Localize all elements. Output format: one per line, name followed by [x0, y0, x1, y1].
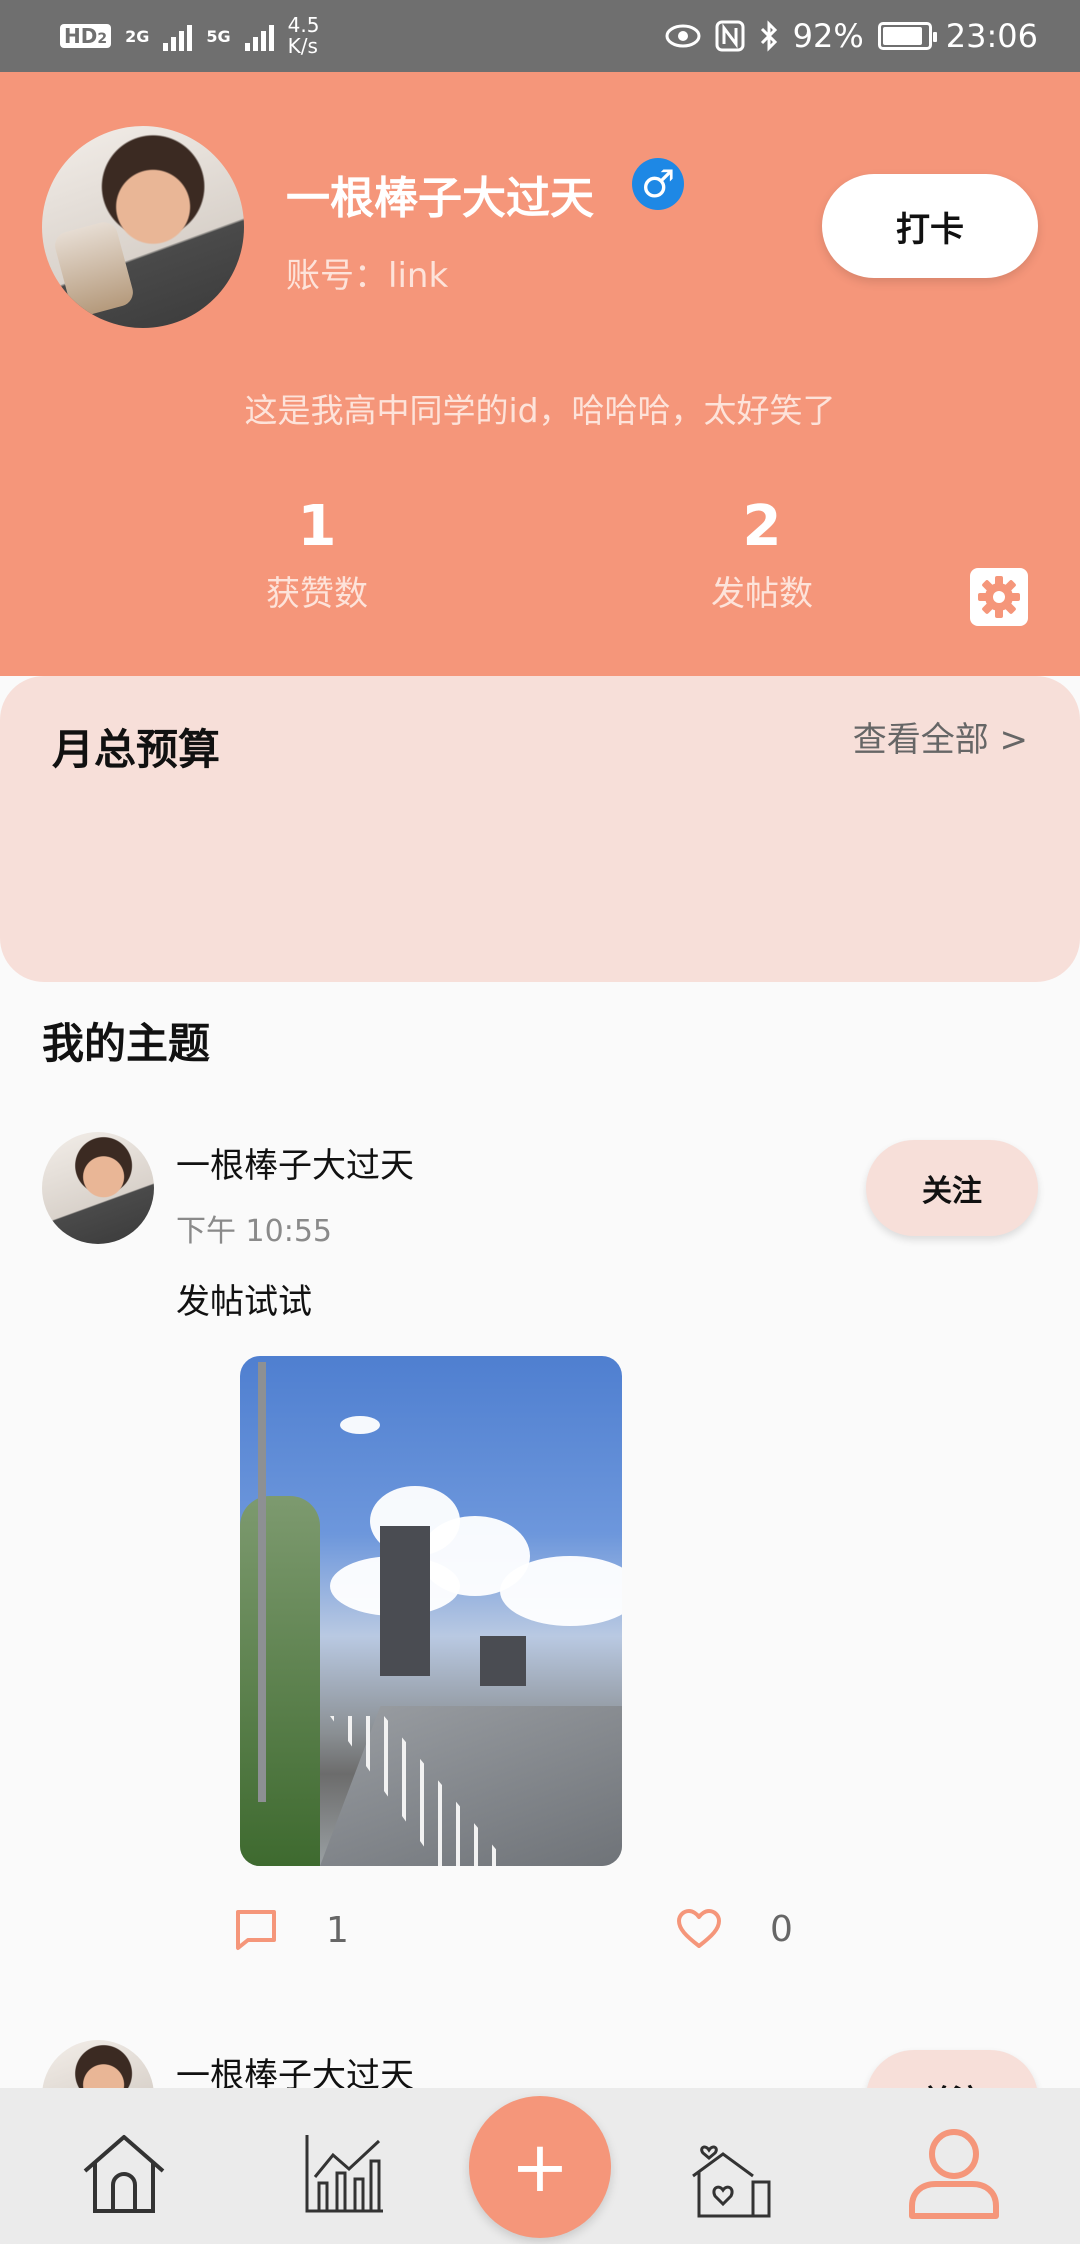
hd-badge: HD2: [60, 24, 112, 48]
eye-icon: [665, 24, 701, 48]
post-image[interactable]: [240, 1356, 622, 1866]
nfc-icon: [715, 20, 745, 52]
likes-count: 1: [297, 494, 337, 559]
community-icon: [692, 2145, 771, 2218]
network-speed: 4.5 K/s: [288, 15, 320, 57]
follow-button[interactable]: 关注: [866, 1140, 1038, 1236]
posts-count: 2: [742, 494, 782, 559]
checkin-button[interactable]: 打卡: [822, 174, 1038, 278]
comment-icon: [236, 1910, 276, 1950]
budget-title: 月总预算: [52, 725, 221, 774]
clock: 23:06: [945, 17, 1038, 55]
comment-action[interactable]: 1: [234, 1908, 349, 1952]
posts-stat[interactable]: 2 发帖数: [662, 496, 862, 615]
male-gender-icon: ♂: [632, 158, 684, 210]
home-icon: [83, 2135, 165, 2213]
settings-button[interactable]: [970, 568, 1028, 626]
post-avatar[interactable]: [42, 1132, 154, 1244]
profile-icon: [909, 2129, 999, 2219]
bluetooth-icon: [760, 20, 777, 52]
nav-stats[interactable]: [294, 2124, 394, 2224]
heart-icon: [677, 1909, 721, 1948]
post-author: 一根棒子大过天: [176, 1146, 414, 1186]
post-text: 发帖试试: [176, 1282, 312, 1322]
network-5g-label: 5G: [206, 27, 231, 46]
add-post-button[interactable]: +: [469, 2096, 611, 2238]
comment-count: 1: [326, 1909, 349, 1951]
status-right: 92% 23:06: [665, 17, 1038, 55]
avatar[interactable]: [42, 126, 244, 328]
account-id: 账号：link: [286, 256, 449, 296]
likes-label: 获赞数: [266, 573, 368, 614]
signal-icon: [163, 21, 193, 51]
speed-unit: K/s: [287, 34, 318, 58]
network-2g-label: 2G: [125, 27, 150, 46]
post-time: 下午 10:55: [176, 1214, 332, 1249]
like-count: 0: [770, 1908, 793, 1950]
posts-label: 发帖数: [711, 573, 813, 614]
likes-stat[interactable]: 1 获赞数: [217, 496, 417, 615]
monthly-budget-card[interactable]: 月总预算 查看全部 >: [0, 676, 1080, 982]
hd-label: HD: [64, 24, 98, 48]
nav-home[interactable]: [74, 2124, 174, 2224]
stats-icon: [305, 2135, 383, 2213]
profile-header: 一根棒子大过天 ♂ 账号：link 打卡 这是我高中同学的id，哈哈哈，太好笑了…: [0, 72, 1080, 676]
status-bar: HD2 2G 5G 4.5 K/s 92% 23:06: [0, 0, 1080, 72]
nav-profile[interactable]: [904, 2124, 1004, 2224]
like-action[interactable]: 0: [676, 1908, 793, 1950]
hd-sub: 2: [97, 31, 108, 47]
signal-icon-2: [244, 21, 274, 51]
status-left: HD2 2G 5G 4.5 K/s: [60, 15, 319, 57]
battery-icon: [877, 22, 937, 50]
battery-percent: 92%: [792, 17, 864, 55]
nickname: 一根棒子大过天: [286, 173, 594, 224]
gear-icon: [978, 576, 1020, 618]
my-topics-title: 我的主题: [42, 1019, 211, 1068]
bio-text: 这是我高中同学的id，哈哈哈，太好笑了: [244, 391, 836, 430]
nav-community[interactable]: [684, 2124, 784, 2224]
view-all-link[interactable]: 查看全部 >: [853, 712, 1028, 761]
